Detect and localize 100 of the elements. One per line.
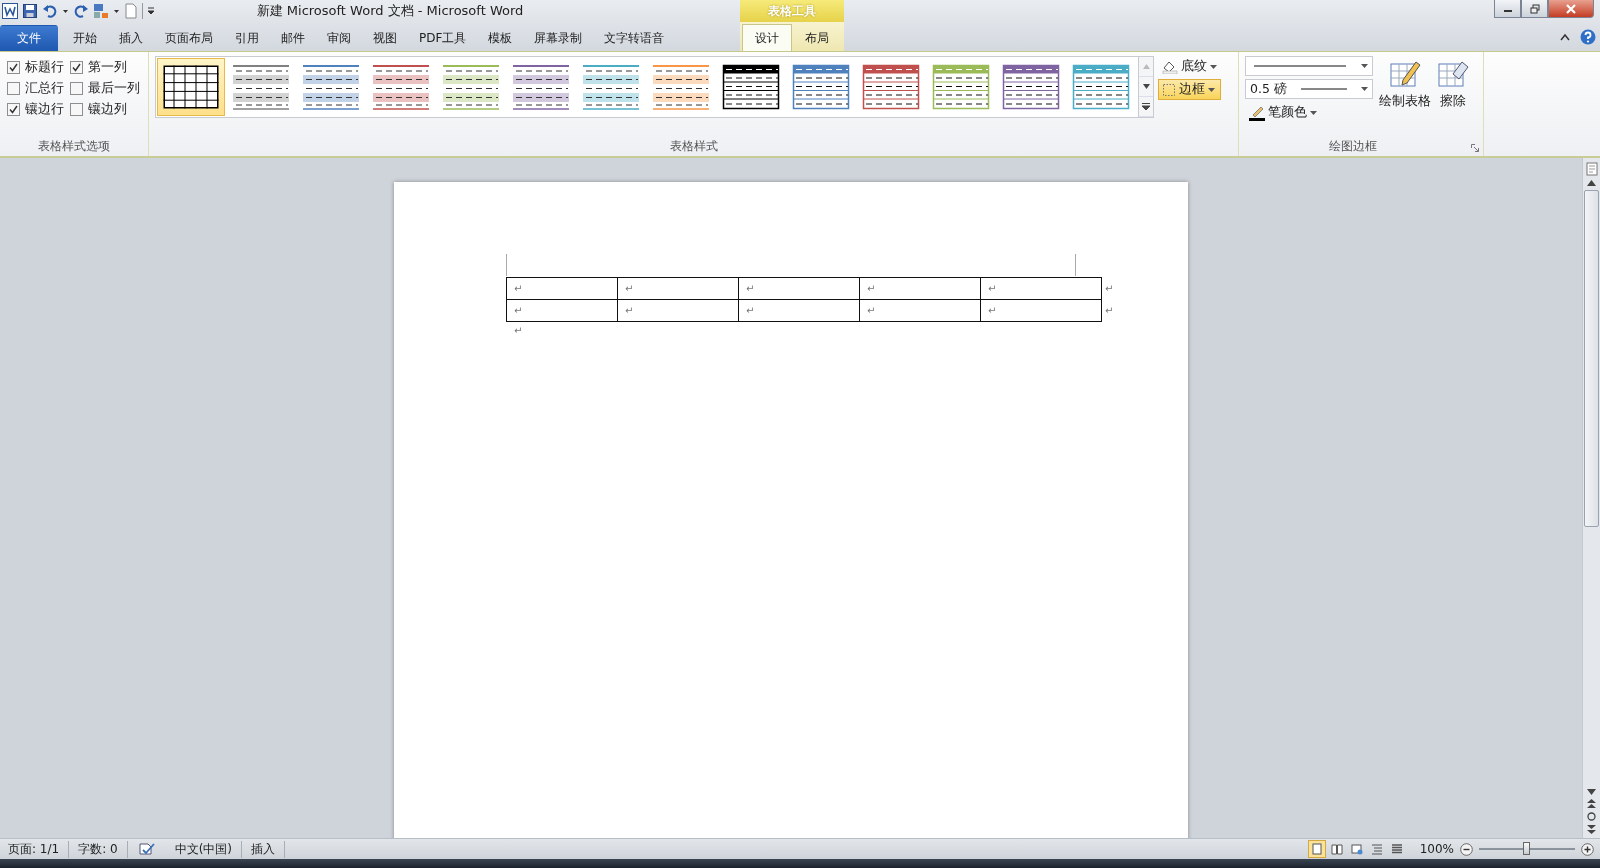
scroll-down-button[interactable] [1139, 77, 1153, 97]
banded-table-icon [582, 64, 640, 110]
close-icon [1565, 3, 1577, 14]
help-icon[interactable] [1580, 28, 1596, 45]
table-cell[interactable]: ↵ [506, 277, 618, 300]
ribbon-tab[interactable]: 插入 [108, 25, 154, 51]
dialog-launcher-icon[interactable] [1471, 144, 1479, 152]
group-label: 表格样式 [668, 138, 719, 155]
borders-button[interactable]: 边框 [1158, 79, 1221, 100]
ribbon-tab[interactable]: 屏幕录制 [523, 25, 594, 51]
status-item[interactable]: 页面: 1/1 [6, 840, 70, 858]
previous-page-icon[interactable] [1587, 799, 1596, 808]
checkbox[interactable] [70, 82, 83, 95]
more-icon [1142, 103, 1150, 110]
undo-icon[interactable] [42, 3, 58, 19]
outline-view-icon [1370, 843, 1383, 855]
save-icon[interactable] [22, 3, 38, 19]
checkbox-label: 镶边列 [88, 101, 127, 118]
checkbox[interactable] [7, 103, 20, 116]
paragraph-mark: ↵ [513, 324, 524, 336]
browse-object-icon[interactable] [1587, 812, 1596, 821]
print-view-icon [1310, 843, 1323, 855]
restore-icon [1529, 3, 1540, 14]
draft-view-icon [1390, 843, 1403, 855]
scroll-up-icon[interactable] [1587, 180, 1596, 186]
line-style-dropdown[interactable] [1245, 56, 1373, 76]
checkbox-label: 镶边行 [25, 101, 64, 118]
banded-table-icon [512, 64, 570, 110]
ribbon-tab[interactable]: 开始 [62, 25, 108, 51]
layout-icon[interactable] [93, 3, 109, 19]
status-item[interactable]: 插入 [242, 840, 286, 858]
collapse-ribbon-icon[interactable] [1560, 32, 1570, 41]
group-label: 表格样式选项 [37, 138, 111, 155]
scrollbar-thumb[interactable] [1584, 190, 1599, 527]
banded-table-icon [652, 64, 710, 110]
ribbon-tab[interactable]: 视图 [362, 25, 408, 51]
proofing-icon[interactable] [137, 842, 156, 856]
checkbox[interactable] [70, 61, 83, 74]
close-button[interactable] [1548, 0, 1594, 18]
caret-icon [1210, 64, 1217, 69]
zoom-slider-thumb[interactable] [1523, 842, 1530, 855]
checkbox-label: 汇总行 [25, 80, 64, 97]
banded-table-icon [232, 64, 290, 110]
pen-color-button[interactable]: 笔颜色 [1245, 102, 1373, 123]
line-weight-dropdown[interactable]: 0.5 磅 [1245, 79, 1373, 99]
ribbon-tab[interactable]: 布局 [792, 25, 842, 51]
ribbon-tab[interactable]: 页面布局 [154, 25, 224, 51]
banded-table-icon [372, 64, 430, 110]
status-item[interactable]: 字数: 0 [69, 840, 128, 858]
table-cell[interactable]: ↵ [980, 299, 1102, 322]
vertical-scrollbar[interactable] [1582, 158, 1600, 838]
zoom-in-icon[interactable] [1581, 842, 1594, 856]
eraser-button[interactable]: 擦除 [1437, 56, 1469, 138]
word-logo-icon[interactable] [2, 3, 18, 19]
caret-icon [1208, 87, 1215, 92]
border-icon [1162, 82, 1176, 97]
grid-table-icon [162, 64, 220, 110]
ribbon-tab[interactable]: 模板 [477, 25, 524, 51]
customize-caret-icon[interactable] [142, 3, 156, 19]
web-view-icon [1350, 843, 1363, 855]
ribbon-tab[interactable]: 引用 [224, 25, 270, 51]
zoom-level[interactable]: 100% [1419, 842, 1454, 856]
ribbon-tab[interactable]: PDF工具 [408, 25, 478, 51]
checkbox-label: 第一列 [88, 59, 127, 76]
pen-icon [1249, 104, 1265, 121]
scroll-down-icon[interactable] [1587, 789, 1596, 795]
ribbon-tab[interactable]: 设计 [742, 24, 792, 51]
paint-bucket-icon [1162, 59, 1178, 74]
minimize-button[interactable] [1494, 0, 1521, 18]
ribbon-tab[interactable]: 文件 [0, 25, 58, 51]
row-end-mark: ↵ [1105, 282, 1114, 294]
redo-icon[interactable] [73, 3, 89, 19]
next-page-icon[interactable] [1587, 825, 1596, 834]
checkbox-label: 最后一列 [88, 80, 140, 97]
ribbon-tab[interactable]: 审阅 [316, 25, 362, 51]
contextual-tab-header: 表格工具 [740, 0, 844, 22]
reading-view-icon [1330, 843, 1343, 855]
zoom-out-icon[interactable] [1460, 842, 1473, 856]
table-cell[interactable]: ↵ [506, 299, 618, 322]
table-style-option[interactable] [157, 58, 225, 116]
row-end-mark: ↵ [1105, 304, 1114, 316]
checkbox[interactable] [70, 103, 83, 116]
caret-icon [1361, 87, 1368, 91]
caret-icon [1361, 64, 1368, 68]
draw-table-button[interactable]: 绘制表格 [1379, 56, 1431, 138]
banded-table-icon [302, 64, 360, 110]
restore-button[interactable] [1521, 0, 1548, 18]
group-label: 绘图边框 [1328, 138, 1378, 155]
ribbon-tab[interactable]: 邮件 [270, 25, 316, 51]
header-table-icon [722, 64, 780, 110]
checkbox[interactable] [7, 82, 20, 95]
up-arrow-icon [1142, 64, 1150, 69]
header-table-icon [792, 64, 850, 110]
checkbox[interactable] [7, 61, 20, 74]
shading-button[interactable]: 底纹 [1158, 56, 1221, 77]
window-title: 新建 Microsoft Word 文档 - Microsoft Word [255, 2, 525, 20]
line-sample-icon [1298, 86, 1349, 92]
table-cell[interactable]: ↵ [980, 277, 1102, 300]
status-item[interactable]: 中文(中国) [165, 840, 243, 858]
ribbon-tab[interactable]: 文字转语音 [593, 25, 676, 51]
